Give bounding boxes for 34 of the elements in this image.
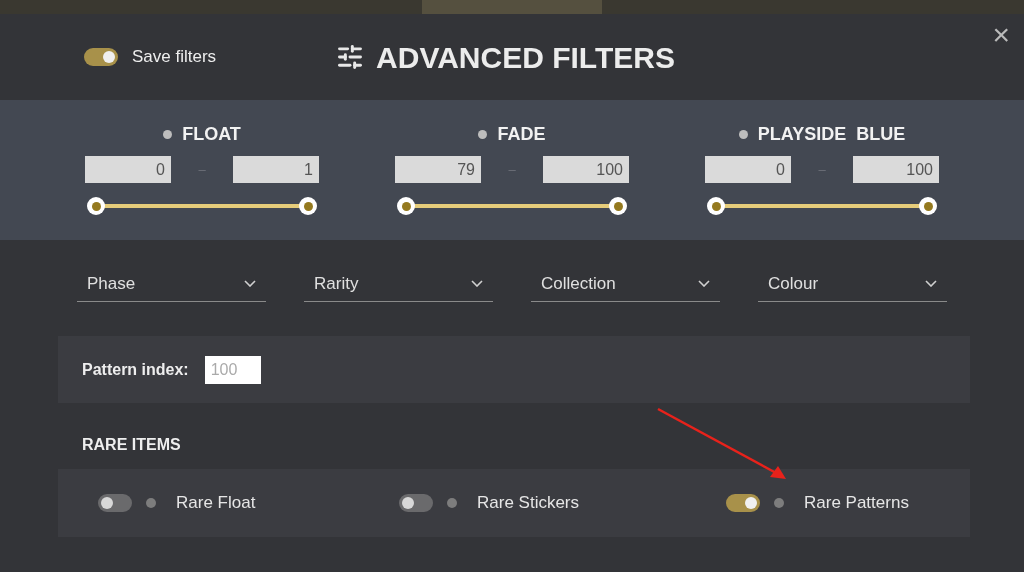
range-separator: –	[818, 160, 826, 179]
rare-item-label: Rare Float	[176, 492, 256, 515]
range-label: PLAYSIDE BLUE	[757, 122, 906, 146]
toggle-switch[interactable]	[399, 494, 433, 512]
dropdown[interactable]: Collection	[531, 266, 720, 302]
pattern-index-label: Pattern index:	[82, 359, 189, 380]
dropdown[interactable]: Phase	[77, 266, 266, 302]
toggle-switch[interactable]	[726, 494, 760, 512]
save-filters-label: Save filters	[132, 46, 217, 69]
toggle-switch[interactable]	[84, 48, 118, 66]
pattern-index-field[interactable]: 100	[204, 355, 261, 384]
range-separator: –	[198, 160, 206, 179]
dropdown[interactable]: Rarity	[304, 266, 493, 302]
max-field[interactable]: 100	[543, 156, 629, 183]
chevron-down-icon	[244, 280, 256, 287]
range-label: FLOAT	[182, 122, 241, 146]
dropdown[interactable]: Colour	[758, 266, 947, 302]
chevron-down-icon	[925, 280, 937, 287]
toggle-switch[interactable]	[98, 494, 132, 512]
dialog-title: ADVANCED FILTERS	[376, 39, 675, 76]
min-field[interactable]: 0	[705, 156, 791, 183]
sliders-icon	[336, 43, 365, 71]
close-button[interactable]: ×	[992, 20, 1010, 50]
min-field[interactable]: 0	[85, 156, 171, 183]
section-heading: RARE ITEMS	[82, 435, 182, 455]
rare-item-label: Rare Stickers	[477, 492, 580, 515]
chevron-down-icon	[471, 280, 483, 287]
rare-item-label: Rare Patterns	[804, 492, 909, 515]
range-separator: –	[508, 160, 516, 179]
max-field[interactable]: 1	[233, 156, 319, 183]
min-field[interactable]: 79	[395, 156, 481, 183]
chevron-down-icon	[698, 280, 710, 287]
max-field[interactable]: 100	[853, 156, 939, 183]
range-label: FADE	[497, 122, 546, 146]
